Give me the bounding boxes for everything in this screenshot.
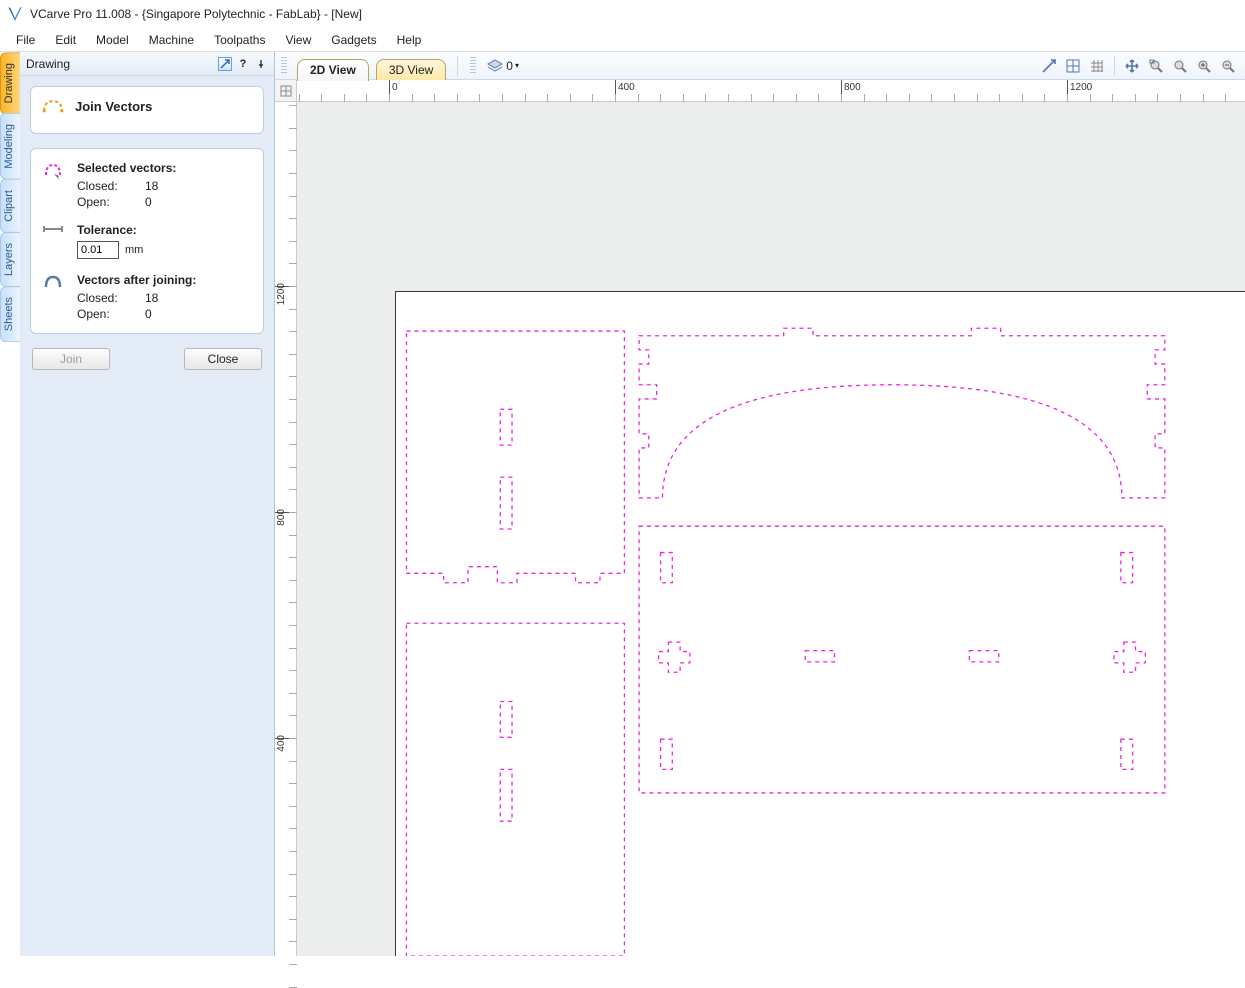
zoom-window-icon[interactable] — [1169, 55, 1191, 77]
ruler-corner-icon — [280, 85, 292, 97]
ruler-vertical[interactable]: 1200800400 — [275, 102, 297, 956]
tool-options-card: Selected vectors: Closed: 18 Open: 0 Toler… — [30, 148, 264, 334]
after-closed-value: 18 — [145, 291, 175, 305]
layers-icon — [486, 58, 504, 74]
selected-open-value: 0 — [145, 195, 175, 209]
toolbar-grip-2[interactable] — [470, 57, 476, 75]
tolerance-icon — [42, 223, 64, 235]
window-title: VCarve Pro 11.008 - {Singapore Polytechn… — [30, 7, 362, 21]
sidetab-layers[interactable]: Layers — [0, 232, 20, 287]
titlebar: VCarve Pro 11.008 - {Singapore Polytechn… — [0, 0, 1245, 28]
selected-closed-value: 18 — [145, 179, 175, 193]
left-panel-header: Drawing ? — [20, 52, 274, 76]
bounds-icon[interactable] — [1062, 55, 1084, 77]
after-open-value: 0 — [145, 307, 175, 321]
panel-undock-icon[interactable] — [218, 57, 232, 71]
after-joining-icon — [42, 273, 64, 293]
tab-3d-view[interactable]: 3D View — [376, 59, 446, 81]
pan-icon[interactable] — [1121, 55, 1143, 77]
canvas-2d[interactable] — [297, 102, 1245, 956]
menubar: File Edit Model Machine Toolpaths View G… — [0, 28, 1245, 52]
ruler-horizontal[interactable]: 04008001200 — [297, 80, 1245, 102]
selected-vectors-icon — [42, 161, 64, 181]
after-closed-label: Closed: — [77, 291, 127, 305]
menu-machine[interactable]: Machine — [139, 29, 204, 51]
layer-dropdown[interactable]: 0 ▾ — [486, 58, 519, 74]
join-vectors-icon — [41, 97, 65, 115]
grid-icon[interactable] — [1086, 55, 1108, 77]
after-heading: Vectors after joining: — [77, 273, 253, 287]
close-button[interactable]: Close — [184, 348, 262, 370]
selected-closed-label: Closed: — [77, 179, 127, 193]
sidetab-modeling[interactable]: Modeling — [0, 113, 20, 180]
selected-open-label: Open: — [77, 195, 127, 209]
tolerance-unit: mm — [125, 244, 143, 256]
tolerance-input[interactable] — [77, 241, 119, 259]
tolerance-heading: Tolerance: — [77, 223, 253, 237]
menu-help[interactable]: Help — [387, 29, 432, 51]
chevron-down-icon: ▾ — [515, 61, 519, 70]
side-tabs: Drawing Modeling Clipart Layers Sheets — [0, 52, 20, 956]
menu-file[interactable]: File — [6, 29, 45, 51]
menu-gadgets[interactable]: Gadgets — [321, 29, 386, 51]
app-icon — [6, 5, 24, 23]
toolbar-grip[interactable] — [281, 57, 287, 75]
layer-dropdown-label: 0 — [506, 59, 513, 73]
panel-title: Drawing — [26, 57, 70, 71]
selected-heading: Selected vectors: — [77, 161, 253, 175]
tab-2d-view[interactable]: 2D View — [297, 59, 369, 81]
vector-selection — [297, 102, 1245, 956]
tool-title-card: Join Vectors — [30, 86, 264, 134]
tool-title: Join Vectors — [75, 99, 152, 114]
zoom-extents-icon[interactable] — [1145, 55, 1167, 77]
panel-pin-icon[interactable] — [254, 57, 268, 71]
right-area: 2D View 3D View 0 ▾ — [275, 52, 1245, 956]
sidetab-sheets[interactable]: Sheets — [0, 286, 20, 342]
menu-toolpaths[interactable]: Toolpaths — [204, 29, 275, 51]
sidetab-clipart[interactable]: Clipart — [0, 179, 20, 233]
ruler-corner[interactable] — [275, 80, 297, 102]
zoom-out-icon[interactable] — [1217, 55, 1239, 77]
snap-icon[interactable] — [1038, 55, 1060, 77]
after-open-label: Open: — [77, 307, 127, 321]
zoom-in-icon[interactable] — [1193, 55, 1215, 77]
view-toolbar: 2D View 3D View 0 ▾ — [275, 52, 1245, 80]
join-button[interactable]: Join — [32, 348, 110, 370]
panel-help-icon[interactable]: ? — [236, 57, 250, 71]
sidetab-drawing[interactable]: Drawing — [0, 52, 20, 114]
left-panel: Drawing ? Join Vectors — [20, 52, 275, 956]
menu-model[interactable]: Model — [86, 29, 139, 51]
menu-edit[interactable]: Edit — [45, 29, 86, 51]
menu-view[interactable]: View — [275, 29, 321, 51]
